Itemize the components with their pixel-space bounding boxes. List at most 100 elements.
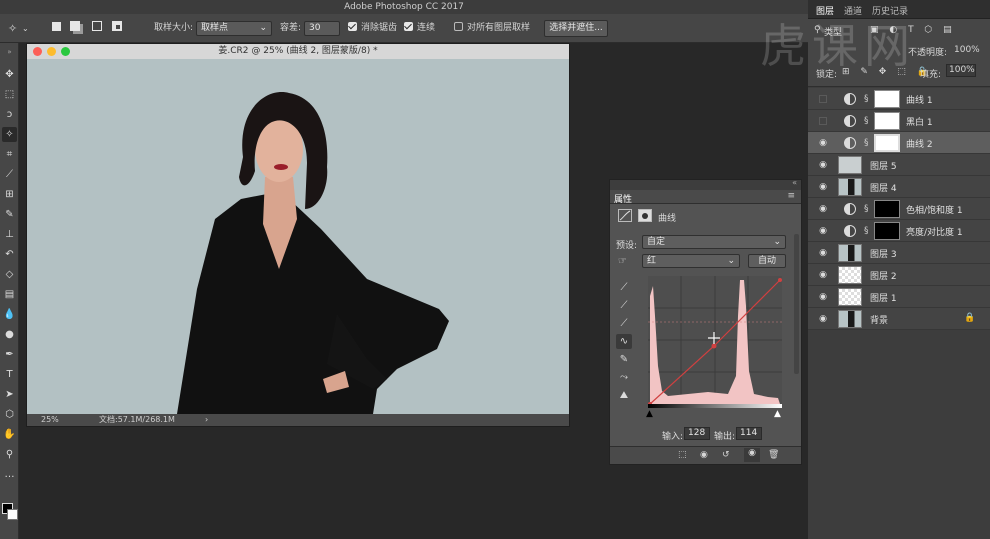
eye-icon[interactable]: ◉ bbox=[817, 270, 829, 280]
eye-icon[interactable]: ◉ bbox=[817, 160, 829, 170]
chevron-down-icon[interactable]: ⌄ bbox=[22, 21, 29, 36]
visibility-toggle[interactable] bbox=[819, 117, 827, 125]
more-tools-icon[interactable]: … bbox=[2, 467, 17, 482]
preset-select[interactable]: 自定 ⌄ bbox=[642, 235, 786, 249]
link-icon[interactable]: § bbox=[864, 226, 869, 236]
auto-button[interactable]: 自动 bbox=[748, 254, 786, 268]
zoom-tool-icon[interactable]: ⚲ bbox=[2, 447, 17, 462]
new-selection-icon[interactable] bbox=[52, 21, 61, 36]
layer-mask-thumbnail[interactable] bbox=[874, 222, 900, 240]
white-point-slider-icon[interactable]: ▲ bbox=[774, 409, 781, 419]
lock-icon[interactable]: 🔒 bbox=[964, 313, 975, 323]
eye-icon[interactable]: ◉ bbox=[817, 138, 829, 148]
layer-row[interactable]: ◉ § 亮度/对比度 1 bbox=[808, 220, 990, 242]
history-brush-tool-icon[interactable]: ↶ bbox=[2, 247, 17, 262]
gray-point-eyedropper-icon[interactable]: ⟋ bbox=[616, 298, 632, 313]
background-color-swatch[interactable] bbox=[7, 509, 18, 520]
white-point-eyedropper-icon[interactable]: ⟋ bbox=[616, 316, 632, 331]
link-icon[interactable]: § bbox=[864, 116, 869, 126]
healing-brush-tool-icon[interactable]: ⊞ bbox=[2, 187, 17, 202]
visibility-toggle[interactable] bbox=[819, 95, 827, 103]
trash-icon[interactable]: 🗑 bbox=[768, 450, 779, 460]
smooth-curve-icon[interactable]: ⤳ bbox=[616, 370, 632, 385]
eraser-tool-icon[interactable]: ◇ bbox=[2, 267, 17, 282]
input-field[interactable]: 128 bbox=[684, 427, 710, 440]
eye-icon[interactable]: ◉ bbox=[817, 182, 829, 192]
layer-row[interactable]: ◉ § 色相/饱和度 1 bbox=[808, 198, 990, 220]
document-title-bar[interactable]: 姜.CR2 @ 25% (曲线 2, 图层蒙版/8) * bbox=[27, 44, 569, 59]
layer-row[interactable]: ◉ 背景 🔒 bbox=[808, 308, 990, 330]
minimize-window-button[interactable] bbox=[47, 47, 56, 56]
black-point-slider-icon[interactable]: ▲ bbox=[646, 409, 653, 419]
tab-properties[interactable]: 属性 bbox=[614, 192, 632, 205]
collapse-panel-icon[interactable]: « bbox=[792, 178, 797, 187]
target-adjust-tool-icon[interactable]: ☞ bbox=[618, 256, 627, 267]
eye-icon[interactable]: ◉ bbox=[817, 204, 829, 214]
anti-alias-checkbox[interactable]: 消除锯齿 bbox=[348, 21, 397, 36]
eye-icon[interactable]: ◉ bbox=[817, 226, 829, 236]
layer-row[interactable]: § 黑白 1 bbox=[808, 110, 990, 132]
curve-point[interactable] bbox=[711, 343, 717, 349]
toolbar-collapse-icon[interactable]: » bbox=[2, 45, 17, 60]
lasso-tool-icon[interactable]: ↄ bbox=[2, 107, 17, 122]
dodge-tool-icon[interactable]: ● bbox=[2, 327, 17, 342]
sample-all-layers-checkbox[interactable]: 对所有图层取样 bbox=[454, 21, 530, 36]
pen-tool-icon[interactable]: ✒ bbox=[2, 347, 17, 362]
marquee-tool-icon[interactable]: ⬚ bbox=[2, 87, 17, 102]
layer-row[interactable]: ◉ 图层 4 bbox=[808, 176, 990, 198]
tolerance-input[interactable]: 30 bbox=[304, 21, 340, 36]
link-icon[interactable]: § bbox=[864, 94, 869, 104]
eye-icon[interactable]: ◉ bbox=[817, 314, 829, 324]
eye-icon[interactable]: ◉ bbox=[817, 292, 829, 302]
layer-mask-thumbnail[interactable] bbox=[874, 112, 900, 130]
move-tool-icon[interactable]: ✥ bbox=[2, 67, 17, 82]
black-point-eyedropper-icon[interactable]: ⟋ bbox=[616, 280, 632, 295]
sample-size-select[interactable]: 取样点 ⌄ bbox=[196, 21, 272, 36]
intersect-selection-icon[interactable] bbox=[112, 21, 122, 36]
layer-mask-icon[interactable] bbox=[638, 209, 652, 222]
crop-tool-icon[interactable]: ⌗ bbox=[2, 147, 17, 162]
layer-row[interactable]: § 曲线 1 bbox=[808, 88, 990, 110]
layer-row-selected[interactable]: ◉ § 曲线 2 bbox=[808, 132, 990, 154]
fill-value[interactable]: 100% bbox=[946, 64, 976, 77]
eye-icon[interactable]: ◉ bbox=[817, 248, 829, 258]
layer-row[interactable]: ◉ 图层 5 bbox=[808, 154, 990, 176]
link-icon[interactable]: § bbox=[864, 204, 869, 214]
brush-tool-icon[interactable]: ✎ bbox=[2, 207, 17, 222]
contiguous-checkbox[interactable]: 连续 bbox=[404, 21, 435, 36]
gradient-tool-icon[interactable]: ▤ bbox=[2, 287, 17, 302]
blur-tool-icon[interactable]: 💧 bbox=[2, 307, 17, 322]
shape-tool-icon[interactable]: ⬡ bbox=[2, 407, 17, 422]
select-and-mask-button[interactable]: 选择并遮住... bbox=[544, 20, 608, 37]
maximize-window-button[interactable] bbox=[61, 47, 70, 56]
layer-mask-thumbnail[interactable] bbox=[874, 90, 900, 108]
view-previous-state-icon[interactable]: ◉ bbox=[700, 450, 708, 460]
layer-row[interactable]: ◉ 图层 2 bbox=[808, 264, 990, 286]
curve-edit-points-icon[interactable]: ∿ bbox=[616, 334, 632, 349]
close-window-button[interactable] bbox=[33, 47, 42, 56]
reset-icon[interactable]: ↺ bbox=[722, 450, 730, 460]
clone-stamp-tool-icon[interactable]: ⊥ bbox=[2, 227, 17, 242]
image-canvas[interactable] bbox=[27, 59, 569, 414]
clip-to-layer-icon[interactable]: ⬚ bbox=[678, 450, 687, 460]
magic-wand-tool-icon[interactable]: ✧ bbox=[2, 127, 17, 142]
layer-row[interactable]: ◉ 图层 1 bbox=[808, 286, 990, 308]
channel-select[interactable]: 红 ⌄ bbox=[642, 254, 740, 268]
panel-header[interactable]: « bbox=[610, 178, 801, 190]
layer-row[interactable]: ◉ 图层 3 bbox=[808, 242, 990, 264]
visibility-toggle-icon[interactable]: ◉ bbox=[744, 448, 760, 462]
clipping-warning-icon[interactable]: ⛰ bbox=[616, 388, 632, 403]
layer-mask-thumbnail[interactable] bbox=[874, 134, 900, 152]
type-tool-icon[interactable]: T bbox=[2, 367, 17, 382]
scrollbar[interactable] bbox=[794, 234, 799, 374]
curves-graph[interactable] bbox=[648, 276, 782, 410]
eyedropper-tool-icon[interactable]: ⟋ bbox=[2, 167, 17, 182]
panel-menu-icon[interactable]: ≡ bbox=[787, 191, 795, 201]
magic-wand-tool-preset-icon[interactable]: ✧ bbox=[8, 21, 17, 36]
layer-mask-thumbnail[interactable] bbox=[874, 200, 900, 218]
opacity-value[interactable]: 100% bbox=[954, 45, 980, 55]
status-menu-arrow[interactable]: › bbox=[205, 414, 208, 426]
zoom-level[interactable]: 25% bbox=[41, 414, 59, 426]
subtract-selection-icon[interactable] bbox=[92, 21, 102, 36]
pencil-draw-icon[interactable]: ✎ bbox=[616, 352, 632, 367]
